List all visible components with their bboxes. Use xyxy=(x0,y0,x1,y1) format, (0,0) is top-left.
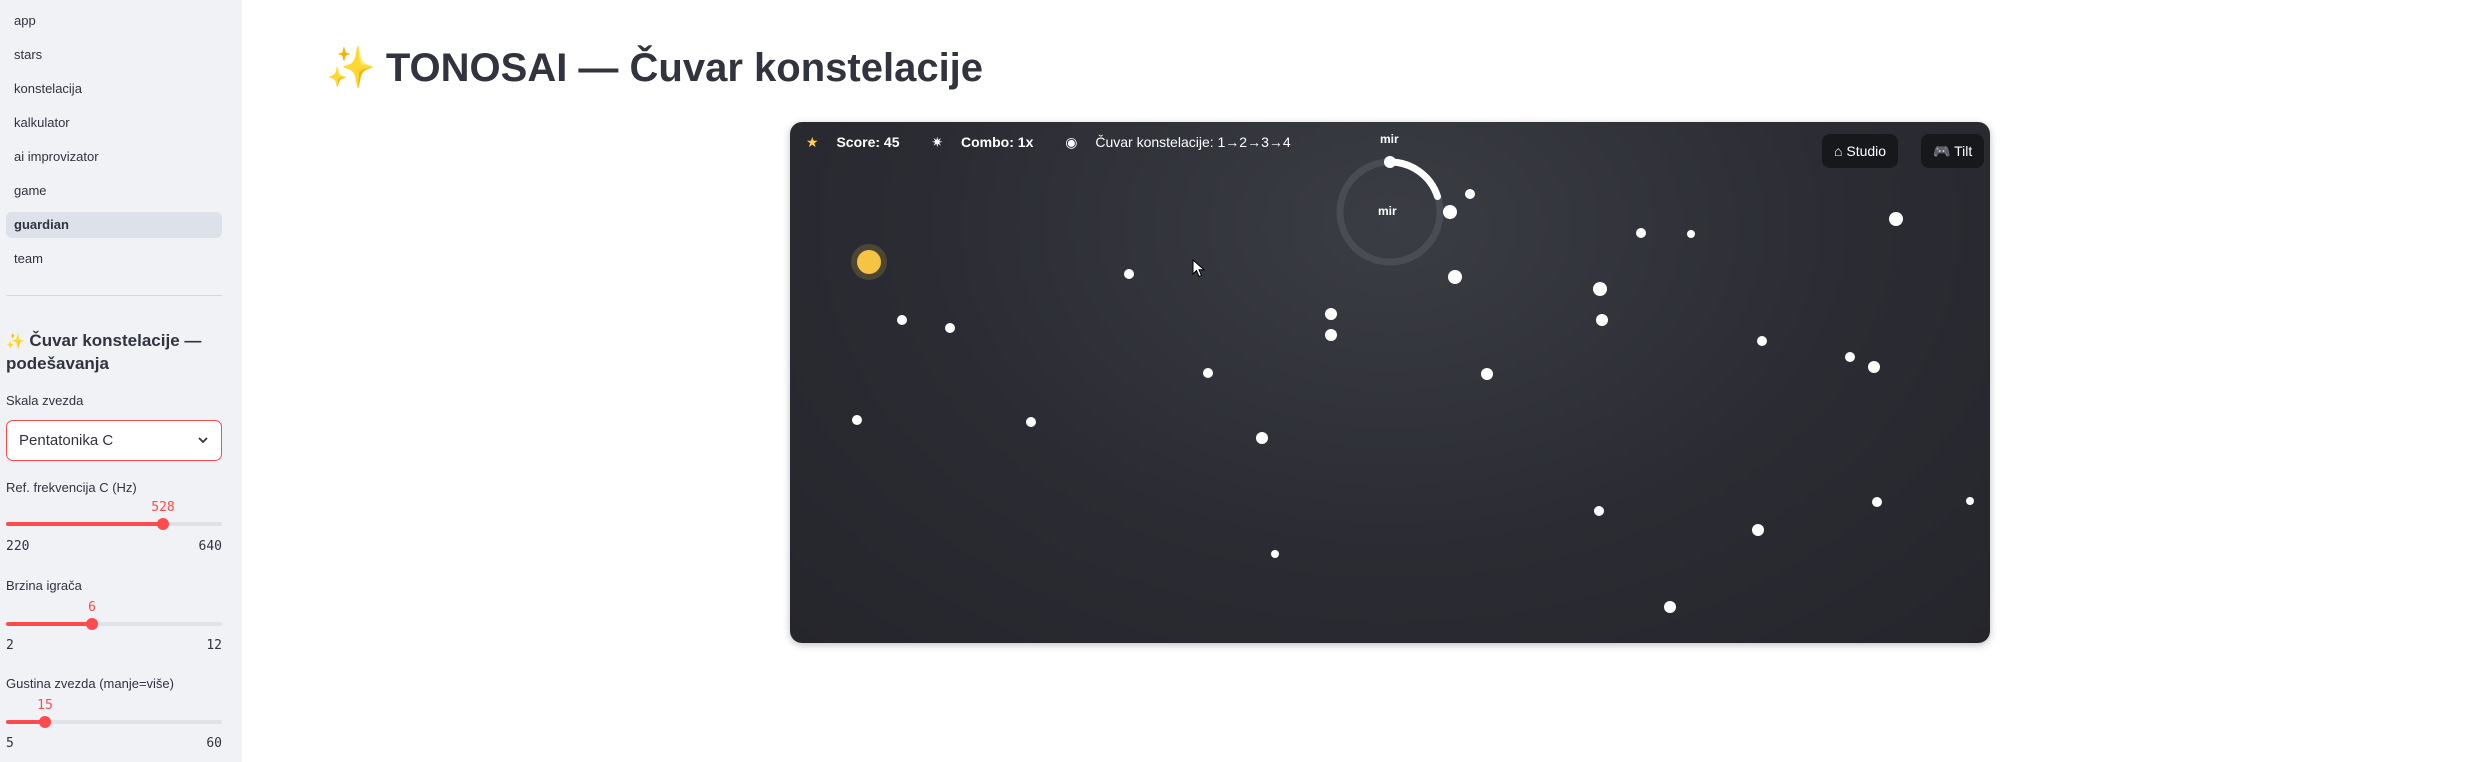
star-dot xyxy=(1325,329,1337,341)
sidebar-divider xyxy=(6,295,222,296)
game-canvas[interactable]: ★ Score: 45 ✷ Combo: 1x ◉ Čuvar konstela… xyxy=(790,122,1990,643)
star-dot xyxy=(1752,524,1764,536)
density-min: 5 xyxy=(6,736,14,751)
nav-item-team[interactable]: team xyxy=(6,246,222,272)
star-dot xyxy=(852,415,862,425)
speed-label: Brzina igrača xyxy=(6,578,82,593)
freq-slider-value: 528 xyxy=(151,500,175,515)
mouse-cursor-icon xyxy=(1192,259,1206,278)
sparkles-icon: ✨ xyxy=(326,46,376,90)
star-dot xyxy=(1465,189,1475,199)
star-dot xyxy=(1845,352,1855,362)
scale-select-value: Pentatonika C xyxy=(19,432,114,449)
freq-min: 220 xyxy=(6,539,30,554)
nav-item-stars[interactable]: stars xyxy=(6,42,222,68)
star-dot xyxy=(1481,368,1493,380)
ring-head xyxy=(1384,156,1396,168)
density-range: 5 60 xyxy=(6,736,222,751)
density-slider[interactable]: 15 xyxy=(6,698,222,738)
speed-slider-thumb[interactable] xyxy=(86,618,98,630)
star-dot xyxy=(1325,308,1337,320)
speed-slider[interactable]: 6 xyxy=(6,600,222,640)
star-dot xyxy=(1271,550,1279,558)
star-dot xyxy=(1889,212,1903,226)
star-dot xyxy=(1448,270,1462,284)
star-dot xyxy=(1596,314,1608,326)
star-dot xyxy=(1124,269,1134,279)
density-slider-thumb[interactable] xyxy=(39,716,51,728)
freq-slider-fill xyxy=(6,522,163,526)
freq-label: Ref. frekvencija C (Hz) xyxy=(6,480,137,495)
nav-item-guardian[interactable]: guardian xyxy=(6,212,222,238)
star-dot xyxy=(1872,497,1882,507)
ring-center-label: mir xyxy=(1378,204,1397,218)
freq-range: 220 640 xyxy=(6,539,222,554)
star-dot xyxy=(1593,282,1607,296)
nav-item-konstelacija[interactable]: konstelacija xyxy=(6,76,222,102)
scale-select[interactable]: Pentatonika C xyxy=(6,420,222,461)
star-dot xyxy=(1966,497,1974,505)
chevron-down-icon xyxy=(197,421,209,476)
star-field xyxy=(851,156,1974,613)
star-dot xyxy=(1868,361,1880,373)
freq-slider[interactable]: 528 xyxy=(6,500,222,540)
nav-item-game[interactable]: game xyxy=(6,178,222,204)
speed-slider-value: 6 xyxy=(88,600,96,615)
star-dot xyxy=(1594,506,1604,516)
sidebar: app stars konstelacija kalkulator ai imp… xyxy=(0,0,242,762)
star-dot xyxy=(1443,205,1457,219)
freq-slider-thumb[interactable] xyxy=(157,518,169,530)
sidebar-nav: app stars konstelacija kalkulator ai imp… xyxy=(6,8,222,280)
nav-item-app[interactable]: app xyxy=(6,8,222,34)
star-dot xyxy=(1757,336,1767,346)
density-slider-value: 15 xyxy=(37,698,53,713)
page-title-text: TONOSAI — Čuvar konstelacije xyxy=(385,46,984,90)
density-max: 60 xyxy=(206,736,222,751)
settings-title: ✨ Čuvar konstelacije — podešavanja xyxy=(6,330,222,375)
sparkles-icon: ✨ xyxy=(6,333,25,350)
star-dot xyxy=(897,315,907,325)
speed-max: 12 xyxy=(206,638,222,653)
star-dot xyxy=(1256,432,1268,444)
star-dot xyxy=(1636,228,1646,238)
ring-top-label: mir xyxy=(1380,132,1399,146)
player-star xyxy=(857,250,881,274)
settings-title-text: Čuvar konstelacije — podešavanja xyxy=(6,331,202,373)
star-dot xyxy=(1687,230,1695,238)
star-dot xyxy=(1664,601,1676,613)
scale-label: Skala zvezda xyxy=(6,393,84,408)
star-dot xyxy=(1203,368,1213,378)
speed-range: 2 12 xyxy=(6,638,222,653)
star-dot xyxy=(1026,417,1036,427)
nav-item-kalkulator[interactable]: kalkulator xyxy=(6,110,222,136)
page-title: ✨ TONOSAI — Čuvar konstelacije xyxy=(326,44,983,91)
speed-slider-fill xyxy=(6,622,92,626)
freq-max: 640 xyxy=(198,539,222,554)
ring-progress xyxy=(1386,158,1442,201)
nav-item-ai-improvizator[interactable]: ai improvizator xyxy=(6,144,222,170)
speed-min: 2 xyxy=(6,638,14,653)
star-dot xyxy=(945,323,955,333)
density-label: Gustina zvezda (manje=više) xyxy=(6,676,174,691)
